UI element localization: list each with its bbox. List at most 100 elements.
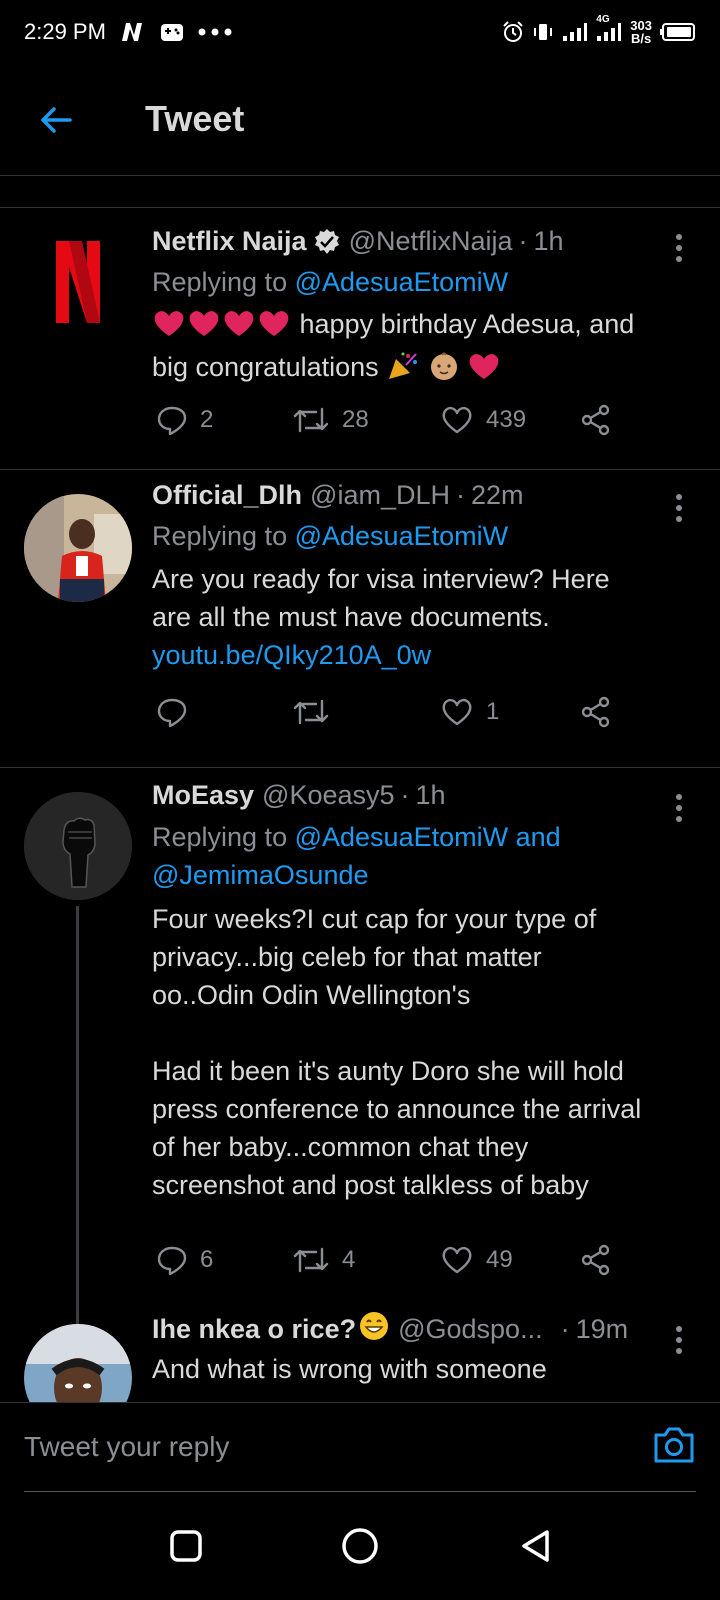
reply-composer[interactable]: Tweet your reply [0, 1402, 720, 1492]
display-name[interactable]: Netflix Naija [152, 226, 307, 257]
reply-count: 2 [200, 406, 214, 433]
tweet-text-line: privacy...big celeb for that matter [152, 942, 542, 972]
tweet-header: Official_Dlh @iam_DLH · 22m [152, 480, 524, 511]
tweet-actions: 2 28 439 [152, 400, 612, 440]
tweet-text: Four weeks?I cut cap for your type of pr… [152, 900, 702, 1204]
tweet-text: happy birthday Adesua, and big congratul… [152, 305, 702, 391]
reply-input[interactable]: Tweet your reply [24, 1431, 229, 1463]
tweet-text-line: Four weeks?I cut cap for your type of [152, 904, 597, 934]
tweet-actions: 1 [152, 692, 612, 732]
retweet-icon [293, 1247, 329, 1273]
back-arrow-icon[interactable] [36, 100, 76, 140]
like-button[interactable]: 1 [440, 692, 499, 732]
signal-icon [562, 22, 588, 42]
back-button[interactable] [506, 1516, 566, 1576]
share-button[interactable] [580, 400, 612, 440]
reply-button[interactable]: 6 [156, 1240, 213, 1280]
party-popper-emoji-icon [386, 351, 420, 391]
tweet-header: Ihe nkea o rice? @Godspo... · 19m [152, 1310, 628, 1349]
recent-apps-button[interactable] [156, 1516, 216, 1576]
tweet-link[interactable]: youtu.be/QIky210A_0w [152, 636, 702, 674]
handle[interactable]: @NetflixNaija [349, 226, 513, 257]
tweet-ihe-nkea[interactable]: Ihe nkea o rice? @Godspo... · 19m And wh… [0, 1300, 720, 1402]
alarm-icon [502, 21, 524, 43]
gamepad-icon [160, 21, 184, 43]
thread-connector [76, 906, 79, 1332]
like-button[interactable]: 439 [440, 400, 526, 440]
reply-count: 6 [200, 1246, 214, 1273]
retweet-icon [293, 407, 329, 433]
user-avatar[interactable] [24, 792, 132, 900]
reply-button[interactable]: 2 [156, 400, 213, 440]
share-button[interactable] [580, 692, 612, 732]
tweet-actions: 6 4 49 [152, 1240, 612, 1280]
replying-to-label: Replying to [152, 521, 288, 551]
system-nav-bar [0, 1492, 720, 1600]
share-icon [581, 404, 610, 436]
more-options-icon[interactable] [676, 234, 684, 267]
netflix-logo-avatar[interactable] [24, 228, 132, 336]
tweet-header: Netflix Naija @NetflixNaija · 1h [152, 226, 564, 257]
retweet-button[interactable]: 4 [292, 1240, 355, 1280]
display-name[interactable]: Official_Dlh [152, 480, 302, 511]
tweet-header: MoEasy @Koeasy5 · 1h [152, 780, 446, 811]
retweet-button[interactable]: 28 [292, 400, 369, 440]
timestamp: 19m [575, 1314, 629, 1344]
tweet-text-line-2: big congratulations [152, 352, 379, 382]
more-options-icon[interactable] [676, 794, 684, 827]
square-icon [170, 1530, 202, 1562]
heart-icon [442, 1246, 472, 1274]
retweet-count: 28 [342, 406, 369, 433]
replying-to-link-2[interactable]: @JemimaOsunde [152, 856, 561, 894]
tweet-text-line: Had it been it's aunty Doro she will hol… [152, 1056, 624, 1086]
tweet-text-line-1: happy birthday Adesua, and [299, 309, 635, 339]
tweet-text-line: of her baby...common chat they [152, 1132, 529, 1162]
reply-icon [157, 1246, 187, 1276]
heart-icon [442, 698, 472, 726]
reply-icon [157, 406, 187, 436]
replying-to-link[interactable]: @AdesuaEtomiW [295, 521, 508, 551]
network-type-label: 4G [596, 14, 610, 25]
share-icon [581, 1244, 610, 1276]
retweet-button[interactable] [292, 692, 342, 732]
status-time: 2:29 PM [24, 19, 106, 44]
display-name[interactable]: MoEasy [152, 780, 254, 811]
user-avatar[interactable] [24, 494, 132, 602]
share-button[interactable] [580, 1240, 612, 1280]
more-options-icon[interactable] [676, 494, 684, 527]
replying-to-link[interactable]: @AdesuaEtomiW and [295, 822, 561, 852]
like-button[interactable]: 49 [440, 1240, 513, 1280]
reply-icon [157, 698, 187, 728]
tweet-netflix-naija[interactable]: Netflix Naija @NetflixNaija · 1h Replyin… [0, 208, 720, 470]
handle[interactable]: @Godspo... [398, 1314, 542, 1345]
replying-to-link[interactable]: @AdesuaEtomiW [295, 267, 508, 297]
reply-button[interactable] [156, 692, 200, 732]
notification-n-icon [120, 21, 146, 43]
tweet-text: Are you ready for visa interview? Here a… [152, 560, 702, 674]
retweet-icon [293, 699, 329, 725]
red-heart-emoji-icon [467, 351, 501, 391]
separator-dot: · [518, 226, 528, 256]
timestamp: 22m [470, 480, 524, 510]
user-avatar[interactable] [24, 1324, 132, 1402]
baby-emoji-icon [428, 351, 460, 391]
handle[interactable]: @Koeasy5 [262, 780, 394, 811]
camera-icon[interactable] [652, 1425, 696, 1470]
like-count: 439 [486, 406, 527, 433]
more-notifications-icon [198, 28, 234, 36]
replying-to: Replying to @AdesuaEtomiW and @JemimaOsu… [152, 818, 561, 894]
home-button[interactable] [330, 1516, 390, 1576]
tweet-official-dlh[interactable]: Official_Dlh @iam_DLH · 22m Replying to … [0, 470, 720, 768]
like-count: 49 [486, 1246, 513, 1273]
display-name[interactable]: Ihe nkea o rice? [152, 1314, 356, 1345]
circle-icon [342, 1528, 378, 1564]
tweet-text-line: screenshot and post talkless of baby [152, 1170, 589, 1200]
tweet-text: And what is wrong with someone [152, 1350, 702, 1388]
replying-to-label: Replying to [152, 267, 288, 297]
heart-icon [442, 406, 472, 434]
like-count: 1 [486, 698, 500, 725]
handle[interactable]: @iam_DLH [310, 480, 450, 511]
timestamp: 1h [415, 780, 446, 810]
timestamp: 1h [533, 226, 564, 256]
tweet-moeasy[interactable]: MoEasy @Koeasy5 · 1h Replying to @Adesua… [0, 768, 720, 1332]
